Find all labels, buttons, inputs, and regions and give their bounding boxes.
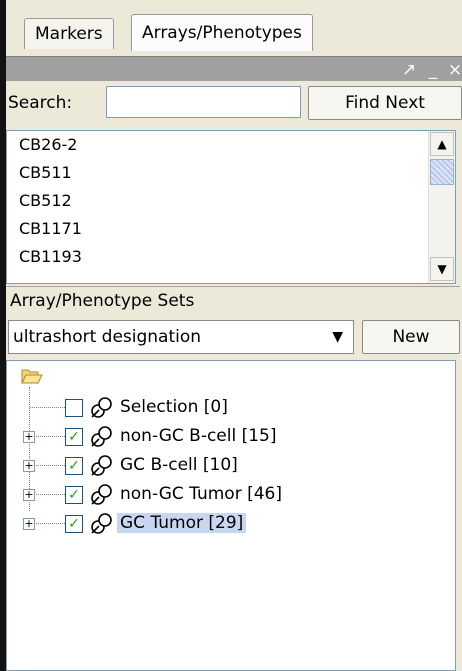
checkbox-checked[interactable]: ✓ [65,486,83,504]
close-icon[interactable]: × [444,57,462,81]
search-input[interactable] [106,86,301,118]
pushpin-icon [89,454,115,483]
pushpin-icon [89,512,115,541]
tab-bar: Markers Arrays/Phenotypes [6,0,454,56]
expand-plus-icon[interactable]: + [23,460,35,472]
tab-arrays-phenotypes[interactable]: Arrays/Phenotypes [131,14,313,51]
tree-connector [36,523,65,525]
pushpin-icon [89,396,115,425]
expand-plus-icon[interactable]: + [23,489,35,501]
list-item[interactable]: CB512 [19,191,72,210]
tree-label: non-GC B-cell [15] [120,426,277,446]
search-row: Search: Find Next [6,82,462,126]
tree-connector [36,494,65,496]
tree-connector [36,436,65,438]
list-item[interactable]: CB1193 [19,247,82,266]
phenotype-sets-tree: Selection [0] + ✓ non-GC B-cell [15] + ✓ [6,360,456,671]
designation-select[interactable]: ultrashort designation ▼ [8,320,354,354]
new-set-button[interactable]: New [362,320,460,354]
tree-row-non-gc-tumor[interactable]: + ✓ non-GC Tumor [46] [7,482,455,508]
arrays-phenotypes-panel: Markers Arrays/Phenotypes ↗ _ × Search: … [0,0,462,671]
tree-row-gc-b-cell[interactable]: + ✓ GC B-cell [10] [7,453,455,479]
checkbox-checked[interactable]: ✓ [65,515,83,533]
array-list[interactable]: CB26-2 CB511 CB512 CB1171 CB1193 ▲ ▼ [6,130,456,284]
tree-label: Selection [0] [120,397,228,417]
expand-plus-icon[interactable]: + [23,518,35,530]
find-next-button[interactable]: Find Next [308,86,462,120]
scroll-thumb[interactable] [430,159,454,185]
tree-label: GC B-cell [10] [120,455,238,475]
undock-icon[interactable]: ↗ [398,57,420,81]
folder-open-icon[interactable] [21,367,43,390]
list-item[interactable]: CB511 [19,163,72,182]
tree-connector [36,465,65,467]
sets-header: Array/Phenotype Sets [6,286,460,315]
tree-label-selected: GC Tumor [29] [117,513,247,533]
tree-label: non-GC Tumor [46] [120,484,282,504]
pushpin-icon [89,483,115,512]
tree-connector [30,407,65,409]
minimize-icon[interactable]: _ [422,57,444,81]
list-scrollbar[interactable]: ▲ ▼ [428,131,455,283]
tree-row-gc-tumor[interactable]: + ✓ GC Tumor [29] [7,511,455,537]
expand-plus-icon[interactable]: + [23,431,35,443]
sets-controls: ultrashort designation ▼ New [6,316,462,356]
checkbox-checked[interactable]: ✓ [65,428,83,446]
checkbox-unchecked[interactable] [65,399,83,417]
scroll-down-icon[interactable]: ▼ [430,257,454,281]
designation-select-value: ultrashort designation [13,327,202,347]
checkbox-checked[interactable]: ✓ [65,457,83,475]
tab-markers[interactable]: Markers [24,18,114,49]
tree-row-non-gc-b-cell[interactable]: + ✓ non-GC B-cell [15] [7,424,455,450]
panel-title-bar: ↗ _ × [6,56,462,81]
list-item[interactable]: CB1171 [19,219,82,238]
list-item[interactable]: CB26-2 [19,135,77,154]
chevron-down-icon[interactable]: ▼ [332,321,343,353]
scroll-up-icon[interactable]: ▲ [430,132,454,156]
tree-row-selection[interactable]: Selection [0] [7,395,455,421]
search-label: Search: [8,93,73,113]
pushpin-icon [89,425,115,454]
